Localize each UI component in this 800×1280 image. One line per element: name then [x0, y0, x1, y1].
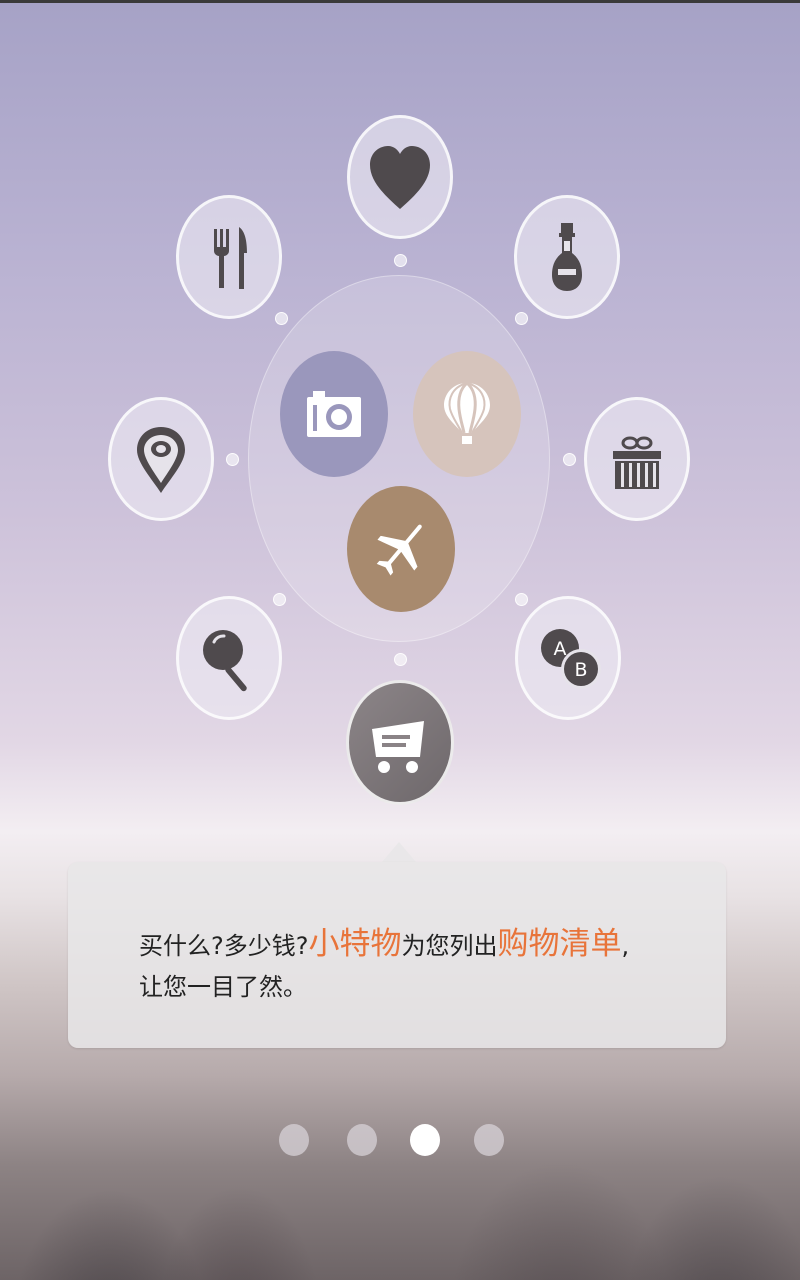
page-indicator-1[interactable]	[279, 1124, 309, 1156]
fork-knife-icon	[214, 227, 247, 289]
airplane-icon	[376, 524, 422, 576]
shopping-cart-icon	[372, 720, 424, 773]
connector-dot	[226, 453, 239, 466]
category-photography[interactable]	[280, 351, 388, 477]
camera-icon	[307, 391, 361, 437]
category-cosmetics[interactable]	[514, 195, 620, 319]
connector-dot	[394, 653, 407, 666]
intro-question: 买什么?多少钱?	[139, 932, 309, 960]
page-indicator-3[interactable]	[410, 1124, 440, 1156]
bottle-icon	[552, 223, 582, 291]
category-location[interactable]	[108, 397, 214, 521]
connector-dot	[394, 254, 407, 267]
page-indicator-4[interactable]	[474, 1124, 504, 1156]
connector-dot	[273, 593, 286, 606]
category-language[interactable]: A B	[515, 596, 621, 720]
category-flights[interactable]	[347, 486, 455, 612]
intro-phrase: 为您列出	[401, 932, 498, 960]
category-food[interactable]	[176, 596, 282, 720]
connector-dot	[563, 453, 576, 466]
hot-air-balloon-icon	[444, 381, 490, 444]
letter-a: A	[554, 638, 567, 660]
category-shopping[interactable]	[346, 680, 454, 805]
gift-icon	[613, 436, 661, 489]
intro-comma: ,	[621, 932, 630, 960]
page-indicator-2[interactable]	[347, 1124, 377, 1156]
connector-dot	[515, 312, 528, 325]
status-strip	[0, 0, 800, 3]
callout-pointer	[382, 842, 416, 862]
category-favorites[interactable]	[347, 115, 453, 239]
intro-text-line-1: 买什么?多少钱?小特物为您列出购物清单,	[139, 918, 629, 963]
intro-text-line-2: 让您一目了然。	[139, 973, 307, 1001]
letter-b: B	[574, 659, 587, 681]
shopping-list-highlight: 购物清单	[497, 926, 622, 962]
connector-dot	[275, 312, 288, 325]
category-gifts[interactable]	[584, 397, 690, 521]
ab-letters-icon: A B	[541, 629, 601, 689]
category-travel[interactable]	[413, 351, 521, 477]
brand-name: 小特物	[308, 926, 402, 962]
heart-icon	[370, 146, 430, 209]
map-pin-icon	[137, 427, 185, 493]
blurred-skyline	[0, 1030, 800, 1280]
frying-pan-icon	[203, 630, 247, 692]
category-dining[interactable]	[176, 195, 282, 319]
connector-dot	[515, 593, 528, 606]
